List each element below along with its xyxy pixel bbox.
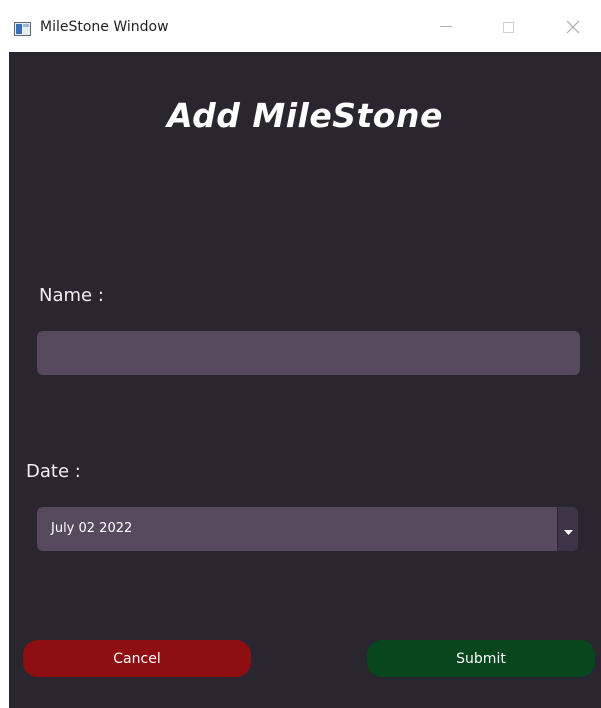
chevron-down-icon (563, 520, 573, 539)
window-title: MileStone Window (40, 19, 169, 35)
name-input[interactable] (37, 331, 580, 375)
date-select[interactable]: July 02 2022 (37, 507, 578, 551)
maximize-button[interactable] (488, 10, 528, 44)
minimize-icon (440, 26, 452, 28)
form-panel: Add MileStone Name : Date : July 02 2022… (9, 52, 601, 708)
date-dropdown-button[interactable] (557, 507, 578, 551)
close-button[interactable] (553, 10, 593, 44)
title-bar[interactable]: MileStone Window (0, 0, 601, 52)
page-title: Add MileStone (167, 96, 443, 135)
date-label: Date : (26, 461, 81, 482)
app-icon (14, 22, 31, 36)
milestone-window: MileStone Window Add MileStone Name : Da… (0, 0, 601, 708)
date-value: July 02 2022 (51, 521, 133, 536)
maximize-icon (502, 21, 514, 33)
submit-button[interactable]: Submit (367, 640, 595, 677)
name-label: Name : (39, 285, 104, 306)
minimize-button[interactable] (426, 10, 466, 44)
close-icon (566, 20, 580, 34)
cancel-button[interactable]: Cancel (23, 640, 251, 677)
